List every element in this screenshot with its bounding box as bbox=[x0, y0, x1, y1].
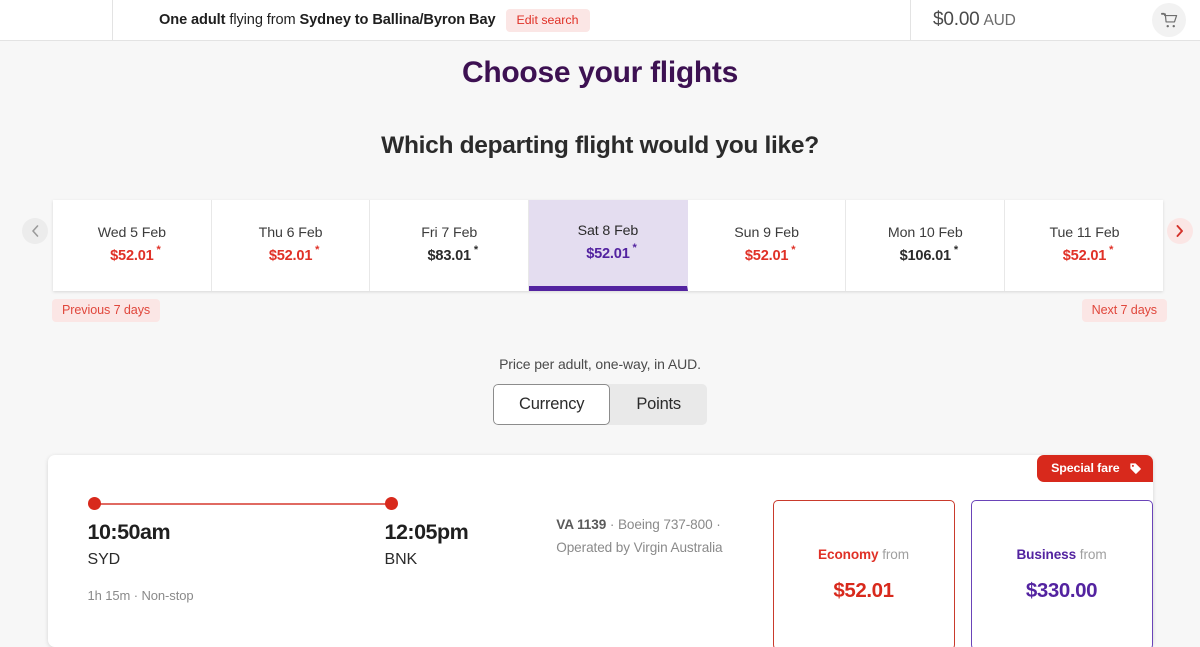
flight-timeline: 10:50am SYD 12:05pm BNK 1h 15m · Non-sto… bbox=[87, 497, 469, 603]
price-asterisk: * bbox=[1109, 244, 1114, 256]
date-tab-label: Mon 10 Feb bbox=[887, 225, 963, 241]
flight-duration-stops: 1h 15m · Non-stop bbox=[87, 588, 194, 603]
date-tab-tue-11-feb[interactable]: Tue 11 Feb $52.01 * bbox=[1005, 200, 1163, 291]
date-tab-price: $106.01 * bbox=[899, 244, 959, 265]
aircraft-type: · Boeing 737-800 · bbox=[606, 517, 721, 532]
next-7-days-button[interactable]: Next 7 days bbox=[1081, 299, 1167, 322]
fare-options: Economy from $52.01 Business from $330.00 bbox=[772, 497, 1153, 647]
date-tab-strip[interactable]: Wed 5 Feb $52.01 * Thu 6 Feb $52.01 * Fri 7 Fe… bbox=[53, 200, 1163, 291]
flight-number: VA 1139 bbox=[556, 517, 607, 532]
cart-currency: AUD bbox=[983, 12, 1016, 29]
price-asterisk: * bbox=[791, 244, 796, 256]
previous-7-days-button[interactable]: Previous 7 days bbox=[52, 299, 161, 322]
date-tab-wed-5-feb[interactable]: Wed 5 Feb $52.01 * bbox=[53, 200, 212, 291]
departure-dot-icon bbox=[87, 497, 101, 510]
cart-section: $0.00 AUD bbox=[910, 0, 1200, 40]
fare-price: $52.01 bbox=[833, 579, 894, 602]
fare-cabin-label: Business from bbox=[1016, 547, 1106, 562]
currency-points-toggle[interactable]: Currency Points bbox=[492, 384, 707, 425]
price-tag-icon bbox=[1129, 462, 1141, 474]
price-display-toggle-section: Price per adult, one-way, in AUD. Curren… bbox=[0, 356, 1200, 425]
flight-info: VA 1139 · Boeing 737-800 · Operated by V… bbox=[556, 497, 762, 560]
special-fare-badge: Special fare bbox=[1037, 455, 1153, 482]
date-tab-price: $52.01 * bbox=[110, 244, 161, 265]
toggle-option-points[interactable]: Points bbox=[610, 384, 707, 425]
date-tab-price: $52.01 * bbox=[1062, 244, 1114, 265]
date-tab-thu-6-feb[interactable]: Thu 6 Feb $52.01 * bbox=[211, 200, 371, 291]
arrival-airport-code: BNK bbox=[384, 551, 418, 568]
departure-airport-code: SYD bbox=[87, 551, 121, 568]
fare-price: $330.00 bbox=[1025, 579, 1098, 602]
date-selector: Wed 5 Feb $52.01 * Thu 6 Feb $52.01 * Fri 7 Fe… bbox=[0, 200, 1200, 322]
date-tab-label: Thu 6 Feb bbox=[258, 225, 323, 241]
top-header-bar: One adult flying from Sydney to Ballina/… bbox=[0, 0, 1200, 41]
flight-result-card: Special fare 10:50am SYD 12:05pm BNK 1h … bbox=[47, 455, 1153, 647]
header-logo-slot bbox=[0, 0, 113, 40]
price-asterisk: * bbox=[953, 244, 958, 256]
fare-cabin-name: Economy bbox=[818, 547, 879, 562]
cart-button[interactable] bbox=[1152, 3, 1186, 37]
date-scroll-prev-button[interactable] bbox=[22, 218, 48, 244]
date-tab-label: Sun 9 Feb bbox=[734, 225, 799, 241]
date-range-buttons: Previous 7 days Next 7 days bbox=[0, 299, 1200, 322]
edit-search-button[interactable]: Edit search bbox=[505, 8, 590, 32]
price-asterisk: * bbox=[632, 241, 637, 254]
page-content: Choose your flights Which departing flig… bbox=[0, 41, 1200, 647]
date-scroll-next-button[interactable] bbox=[1167, 218, 1193, 244]
chevron-right-icon bbox=[1176, 225, 1183, 237]
summary-connector: flying from bbox=[225, 12, 300, 28]
timeline-times: 10:50am SYD 12:05pm BNK bbox=[88, 520, 469, 569]
fare-option-economy[interactable]: Economy from $52.01 bbox=[772, 500, 955, 647]
price-asterisk: * bbox=[315, 244, 320, 256]
date-tab-mon-10-feb[interactable]: Mon 10 Feb $106.01 * bbox=[846, 200, 1006, 291]
arrival-time: 12:05pm bbox=[384, 520, 469, 544]
price-note: Price per adult, one-way, in AUD. bbox=[499, 356, 701, 372]
cart-amount: $0.00 bbox=[933, 9, 980, 30]
flight-number-aircraft: VA 1139 · Boeing 737-800 · bbox=[556, 513, 762, 536]
date-tab-sun-9-feb[interactable]: Sun 9 Feb $52.01 * bbox=[687, 200, 847, 291]
special-fare-label: Special fare bbox=[1051, 461, 1120, 475]
price-asterisk: * bbox=[156, 244, 161, 256]
price-asterisk: * bbox=[473, 244, 478, 256]
fare-cabin-label: Economy from bbox=[818, 547, 909, 562]
flight-card-body: 10:50am SYD 12:05pm BNK 1h 15m · Non-sto… bbox=[48, 455, 1153, 647]
chevron-left-icon bbox=[32, 225, 39, 237]
arrival-dot-icon bbox=[384, 497, 398, 510]
fare-from-text: from bbox=[1076, 547, 1107, 562]
cart-total: $0.00 AUD bbox=[933, 9, 1016, 31]
page-subtitle: Which departing flight would you like? bbox=[381, 132, 819, 159]
date-tab-label: Fri 7 Feb bbox=[421, 225, 478, 241]
toggle-option-currency[interactable]: Currency bbox=[492, 384, 611, 425]
shopping-cart-icon bbox=[1160, 12, 1177, 27]
fare-from-text: from bbox=[878, 547, 909, 562]
date-tab-price: $52.01 * bbox=[268, 244, 320, 265]
passenger-count: One adult bbox=[159, 12, 226, 28]
fare-option-business[interactable]: Business from $330.00 bbox=[970, 500, 1153, 647]
date-tab-price: $52.01 * bbox=[586, 241, 637, 262]
search-summary: One adult flying from Sydney to Ballina/… bbox=[113, 0, 910, 40]
date-tab-label: Sat 8 Feb bbox=[577, 222, 639, 239]
timeline-line bbox=[96, 503, 389, 505]
fare-cabin-name: Business bbox=[1016, 547, 1077, 562]
page-title: Choose your flights bbox=[462, 56, 738, 89]
date-tab-label: Tue 11 Feb bbox=[1049, 225, 1120, 241]
route-text: Sydney to Ballina/Byron Bay bbox=[299, 12, 496, 28]
departure-block: 10:50am SYD bbox=[88, 520, 385, 569]
date-tab-label: Wed 5 Feb bbox=[97, 225, 166, 241]
operator-text: Operated by Virgin Australia bbox=[556, 540, 723, 556]
departure-time: 10:50am bbox=[87, 520, 171, 544]
date-tab-fri-7-feb[interactable]: Fri 7 Feb $83.01 * bbox=[370, 200, 530, 291]
date-tab-price: $52.01 * bbox=[744, 244, 796, 265]
timeline-graphic bbox=[87, 497, 398, 511]
search-summary-text: One adult flying from Sydney to Ballina/… bbox=[159, 12, 496, 28]
arrival-block: 12:05pm BNK bbox=[385, 520, 469, 569]
date-tab-price: $83.01 * bbox=[427, 244, 479, 265]
date-tab-sat-8-feb[interactable]: Sat 8 Feb $52.01 * bbox=[529, 200, 688, 291]
